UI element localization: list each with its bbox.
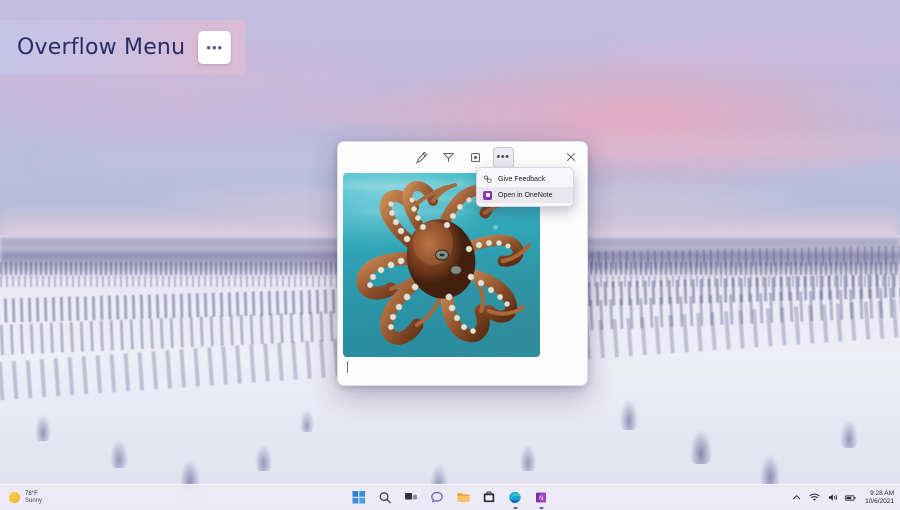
onenote-icon: N [535,491,548,504]
system-tray: 9:28 AM 10/6/2021 [791,490,894,505]
clock-date: 10/6/2021 [865,498,894,505]
overflow-menu-banner: Overflow Menu ••• [0,20,245,75]
battery-icon [845,494,856,502]
snow-tree [300,410,314,432]
snow-tree [620,400,638,430]
ink-to-shape-tool-button[interactable] [439,148,458,167]
taskbar: 78°F Sunny [0,484,900,510]
cloud [280,96,800,126]
edge-button[interactable] [507,489,524,506]
onenote-icon [482,190,493,201]
menu-item-label: Open in OneNote [498,192,552,199]
search-button[interactable] [377,489,394,506]
ellipsis-icon: ••• [496,155,509,160]
microsoft-store-icon [483,491,496,504]
start-button[interactable] [351,489,368,506]
wifi-button[interactable] [809,492,820,503]
wifi-icon [809,493,820,502]
crop-icon [469,151,482,164]
close-icon [566,152,576,162]
snow-tree [35,415,51,441]
feedback-icon [482,174,493,185]
sun-icon [9,492,20,503]
ink-pen-icon [415,151,428,164]
volume-icon [828,493,838,502]
snow-tree [520,445,536,471]
overflow-menu-button[interactable]: ••• [198,31,231,64]
volume-button[interactable] [827,492,838,503]
crop-tool-button[interactable] [466,148,485,167]
snow-tree [255,445,272,471]
windows-logo-icon [353,491,366,504]
menu-item-label: Give Feedback [498,176,545,183]
chat-button[interactable] [429,489,446,506]
weather-condition: Sunny [25,498,42,504]
ink-pen-tool-button[interactable] [412,148,431,167]
task-view-button[interactable] [403,489,420,506]
ellipsis-icon: ••• [206,45,223,51]
weather-widget[interactable]: 78°F Sunny [9,491,87,504]
see-more-button[interactable]: ••• [493,147,514,168]
active-indicator [539,507,543,509]
onenote-button[interactable]: N [533,489,550,506]
store-button[interactable] [481,489,498,506]
snow-tree [690,430,712,464]
svg-text:N: N [539,496,543,502]
page-title: Overflow Menu [17,35,185,60]
folder-icon [456,491,470,504]
search-icon [379,491,392,504]
close-window-button[interactable] [561,148,581,166]
file-explorer-button[interactable] [455,489,472,506]
chat-icon [431,491,444,504]
clock-time: 9:28 AM [870,490,894,497]
chevron-up-icon [792,493,801,502]
clock[interactable]: 9:28 AM 10/6/2021 [865,490,894,505]
show-hidden-icons-button[interactable] [791,492,802,503]
snow-tree [110,440,128,468]
active-indicator [513,507,517,509]
taskbar-app-buttons: N [351,489,550,506]
edge-icon [509,491,522,504]
menu-item-give-feedback[interactable]: Give Feedback [477,171,573,187]
text-caret [347,361,348,373]
snow-tree [840,420,858,448]
battery-button[interactable] [845,492,856,503]
snow-tree [760,455,780,487]
overflow-context-menu: Give Feedback Open in OneNote [476,167,574,207]
ink-to-shape-icon [442,151,455,164]
task-view-icon [405,491,418,504]
menu-item-open-in-onenote[interactable]: Open in OneNote [477,187,573,203]
